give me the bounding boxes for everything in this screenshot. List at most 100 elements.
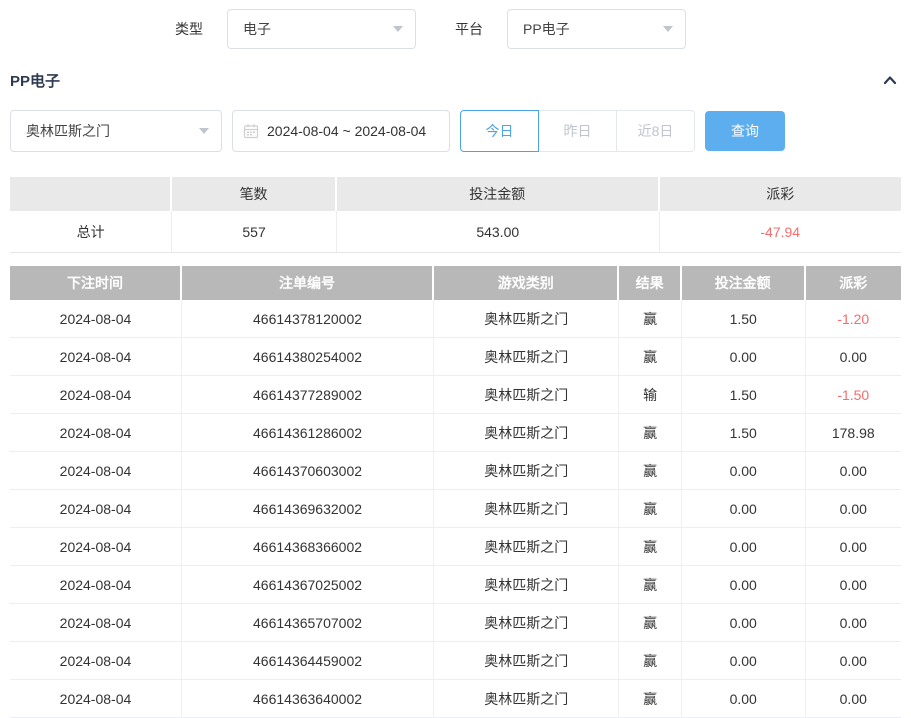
cell-result: 赢 — [619, 642, 681, 680]
summary-header-bet-amount: 投注金额 — [337, 177, 660, 211]
cell-result: 赢 — [619, 528, 681, 566]
table-row: 2024-08-0446614377289002奥林匹斯之门输1.50-1.50 — [10, 376, 901, 414]
type-label: 类型 — [175, 19, 203, 39]
header-game-category: 游戏类别 — [434, 266, 619, 300]
cell-game-category: 奥林匹斯之门 — [434, 490, 619, 528]
cell-order-number: 46614368366002 — [182, 528, 434, 566]
top-filter-bar: 类型 电子 平台 PP电子 — [175, 8, 686, 50]
cell-result: 赢 — [619, 490, 681, 528]
cell-bet-time: 2024-08-04 — [10, 338, 182, 376]
table-row: 2024-08-0446614365707002奥林匹斯之门赢0.000.00 — [10, 604, 901, 642]
table-row: 2024-08-0446614370603002奥林匹斯之门赢0.000.00 — [10, 452, 901, 490]
summary-total-row: 总计 557 543.00 -47.94 — [10, 211, 901, 253]
cell-order-number: 46614367025002 — [182, 566, 434, 604]
cell-order-number: 46614378120002 — [182, 300, 434, 338]
quick-date-button-group: 今日 昨日 近8日 — [460, 110, 695, 152]
table-row: 2024-08-0446614368366002奥林匹斯之门赢0.000.00 — [10, 528, 901, 566]
caret-down-icon — [199, 128, 209, 134]
caret-down-icon — [663, 26, 673, 32]
cell-bet-amount: 0.00 — [682, 452, 806, 490]
cell-payout: 0.00 — [806, 452, 901, 490]
platform-select-value: PP电子 — [523, 19, 570, 39]
platform-select[interactable]: PP电子 — [507, 9, 686, 49]
cell-payout: 0.00 — [806, 490, 901, 528]
yesterday-button[interactable]: 昨日 — [538, 110, 617, 152]
cell-game-category: 奥林匹斯之门 — [434, 642, 619, 680]
cell-game-category: 奥林匹斯之门 — [434, 376, 619, 414]
cell-bet-amount: 0.00 — [682, 680, 806, 718]
cell-game-category: 奥林匹斯之门 — [434, 604, 619, 642]
cell-bet-time: 2024-08-04 — [10, 300, 182, 338]
cell-bet-time: 2024-08-04 — [10, 414, 182, 452]
cell-bet-amount: 0.00 — [682, 338, 806, 376]
summary-header-payout: 派彩 — [660, 177, 901, 211]
header-payout: 派彩 — [806, 266, 901, 300]
cell-result: 赢 — [619, 452, 681, 490]
type-select[interactable]: 电子 — [227, 9, 416, 49]
cell-payout: 0.00 — [806, 680, 901, 718]
cell-result: 输 — [619, 376, 681, 414]
cell-payout: 0.00 — [806, 566, 901, 604]
cell-order-number: 46614380254002 — [182, 338, 434, 376]
cell-result: 赢 — [619, 566, 681, 604]
cell-game-category: 奥林匹斯之门 — [434, 414, 619, 452]
collapse-button[interactable] — [881, 71, 899, 89]
summary-payout-value: -47.94 — [660, 211, 901, 253]
cell-order-number: 46614377289002 — [182, 376, 434, 414]
date-range-input[interactable]: 2024-08-04 ~ 2024-08-04 — [232, 110, 450, 152]
table-row: 2024-08-0446614369632002奥林匹斯之门赢0.000.00 — [10, 490, 901, 528]
cell-bet-amount: 1.50 — [682, 300, 806, 338]
header-bet-time: 下注时间 — [10, 266, 182, 300]
cell-game-category: 奥林匹斯之门 — [434, 452, 619, 490]
game-select[interactable]: 奥林匹斯之门 — [10, 110, 222, 152]
cell-payout: -1.50 — [806, 376, 901, 414]
cell-payout: 178.98 — [806, 414, 901, 452]
table-row: 2024-08-0446614364459002奥林匹斯之门赢0.000.00 — [10, 642, 901, 680]
header-bet-amount: 投注金额 — [682, 266, 806, 300]
summary-header-row: 笔数 投注金额 派彩 — [10, 177, 901, 211]
cell-result: 赢 — [619, 680, 681, 718]
table-row: 2024-08-0446614367025002奥林匹斯之门赢0.000.00 — [10, 566, 901, 604]
caret-down-icon — [393, 26, 403, 32]
date-range-value: 2024-08-04 ~ 2024-08-04 — [267, 123, 426, 139]
last-8-days-button[interactable]: 近8日 — [616, 110, 695, 152]
cell-bet-amount: 1.50 — [682, 414, 806, 452]
summary-bet-amount-value: 543.00 — [337, 211, 660, 253]
summary-count-value: 557 — [172, 211, 337, 253]
cell-bet-time: 2024-08-04 — [10, 376, 182, 414]
table-row: 2024-08-0446614378120002奥林匹斯之门赢1.50-1.20 — [10, 300, 901, 338]
cell-order-number: 46614370603002 — [182, 452, 434, 490]
cell-result: 赢 — [619, 338, 681, 376]
cell-order-number: 46614364459002 — [182, 642, 434, 680]
cell-bet-amount: 1.50 — [682, 376, 806, 414]
cell-bet-time: 2024-08-04 — [10, 566, 182, 604]
summary-table: 笔数 投注金额 派彩 总计 557 543.00 -47.94 — [10, 177, 901, 253]
cell-bet-time: 2024-08-04 — [10, 642, 182, 680]
cell-game-category: 奥林匹斯之门 — [434, 528, 619, 566]
cell-order-number: 46614363640002 — [182, 680, 434, 718]
cell-game-category: 奥林匹斯之门 — [434, 338, 619, 376]
type-select-value: 电子 — [243, 19, 271, 39]
section-title: PP电子 — [10, 70, 60, 91]
cell-bet-time: 2024-08-04 — [10, 490, 182, 528]
summary-header-count: 笔数 — [172, 177, 337, 211]
today-button[interactable]: 今日 — [460, 110, 539, 152]
cell-result: 赢 — [619, 300, 681, 338]
cell-order-number: 46614361286002 — [182, 414, 434, 452]
search-button[interactable]: 查询 — [705, 111, 785, 151]
cell-game-category: 奥林匹斯之门 — [434, 566, 619, 604]
table-body: 2024-08-0446614378120002奥林匹斯之门赢1.50-1.20… — [10, 300, 901, 718]
summary-header-blank — [10, 177, 172, 211]
cell-bet-amount: 0.00 — [682, 566, 806, 604]
cell-order-number: 46614369632002 — [182, 490, 434, 528]
cell-bet-amount: 0.00 — [682, 490, 806, 528]
summary-total-label: 总计 — [10, 211, 172, 253]
table-row: 2024-08-0446614361286002奥林匹斯之门赢1.50178.9… — [10, 414, 901, 452]
calendar-icon — [243, 123, 259, 139]
cell-payout: 0.00 — [806, 604, 901, 642]
cell-payout: -1.20 — [806, 300, 901, 338]
table-row: 2024-08-0446614380254002奥林匹斯之门赢0.000.00 — [10, 338, 901, 376]
cell-bet-amount: 0.00 — [682, 528, 806, 566]
game-select-value: 奥林匹斯之门 — [26, 121, 110, 141]
section-header: PP电子 — [10, 70, 899, 90]
